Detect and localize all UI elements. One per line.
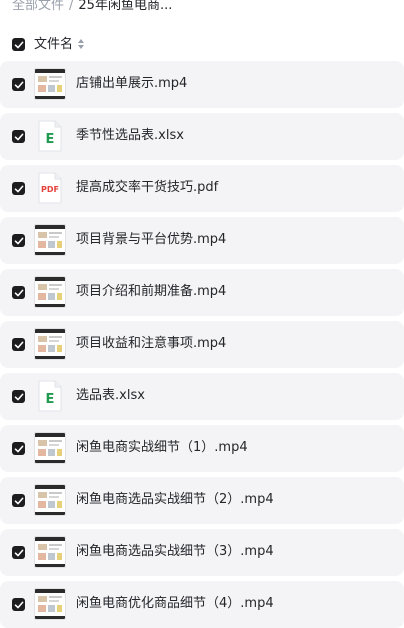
file-name[interactable]: 店铺出单展示.mp4 [76, 75, 187, 93]
file-name[interactable]: 选品表.xlsx [76, 387, 145, 405]
video-thumbnail [34, 276, 66, 308]
file-row[interactable]: 闲鱼电商实战细节（1）.mp4 [0, 425, 404, 472]
file-row[interactable]: 项目收益和注意事项.mp4 [0, 321, 404, 368]
excel-file-icon: E [34, 380, 66, 412]
video-thumbnail [34, 328, 66, 360]
file-row[interactable]: 店铺出单展示.mp4 [0, 61, 404, 108]
check-icon [14, 549, 23, 556]
breadcrumb-root-link[interactable]: 全部文件 [12, 0, 64, 13]
file-row[interactable]: PDF 提高成交率干货技巧.pdf [0, 165, 404, 212]
pdf-letters: PDF [41, 185, 59, 194]
check-icon [14, 133, 23, 140]
video-thumbnail [34, 536, 66, 568]
file-row[interactable]: E 选品表.xlsx [0, 373, 404, 420]
video-thumbnail [34, 68, 66, 100]
video-frame-icon [38, 440, 62, 456]
file-row[interactable]: E 季节性选品表.xlsx [0, 113, 404, 160]
file-checkbox[interactable] [12, 286, 25, 299]
video-frame-icon [38, 232, 62, 248]
file-name[interactable]: 闲鱼电商优化商品细节（4）.mp4 [76, 595, 274, 613]
file-checkbox[interactable] [12, 130, 25, 143]
video-thumbnail [34, 432, 66, 464]
file-checkbox[interactable] [12, 390, 25, 403]
video-frame-icon [38, 492, 62, 508]
check-icon [14, 601, 23, 608]
check-icon [14, 237, 23, 244]
check-icon [14, 41, 23, 48]
file-name[interactable]: 闲鱼电商选品实战细节（3）.mp4 [76, 543, 274, 561]
file-row[interactable]: 闲鱼电商选品实战细节（3）.mp4 [0, 529, 404, 576]
file-name[interactable]: 项目背景与平台优势.mp4 [76, 231, 226, 249]
check-icon [14, 497, 23, 504]
pdf-file-icon: PDF [34, 172, 66, 204]
file-name[interactable]: 季节性选品表.xlsx [76, 127, 184, 145]
excel-letter: E [46, 132, 55, 147]
video-frame-icon [38, 76, 62, 92]
breadcrumb: 全部文件 / 25年闲鱼电商... [12, 0, 172, 15]
excel-letter: E [46, 392, 55, 407]
file-list-header: 文件名 [0, 34, 404, 56]
video-frame-icon [38, 336, 62, 352]
file-checkbox[interactable] [12, 598, 25, 611]
file-row[interactable]: 项目背景与平台优势.mp4 [0, 217, 404, 264]
check-icon [14, 289, 23, 296]
file-checkbox[interactable] [12, 494, 25, 507]
video-thumbnail [34, 224, 66, 256]
excel-icon: E [38, 120, 62, 152]
file-checkbox[interactable] [12, 234, 25, 247]
file-checkbox[interactable] [12, 182, 25, 195]
column-header-filename[interactable]: 文件名 [34, 36, 73, 54]
video-frame-icon [38, 596, 62, 612]
sort-icon[interactable] [77, 38, 85, 50]
excel-icon: E [38, 380, 62, 412]
video-thumbnail [34, 588, 66, 620]
file-checkbox[interactable] [12, 338, 25, 351]
file-row[interactable]: 闲鱼电商优化商品细节（4）.mp4 [0, 581, 404, 628]
file-name[interactable]: 闲鱼电商实战细节（1）.mp4 [76, 439, 248, 457]
check-icon [14, 445, 23, 452]
breadcrumb-current: 25年闲鱼电商... [78, 0, 173, 13]
excel-file-icon: E [34, 120, 66, 152]
video-frame-icon [38, 544, 62, 560]
file-name[interactable]: 闲鱼电商选品实战细节（2）.mp4 [76, 491, 274, 509]
file-name[interactable]: 项目收益和注意事项.mp4 [76, 335, 226, 353]
check-icon [14, 341, 23, 348]
file-checkbox[interactable] [12, 442, 25, 455]
file-name[interactable]: 项目介绍和前期准备.mp4 [76, 283, 226, 301]
file-checkbox[interactable] [12, 546, 25, 559]
check-icon [14, 185, 23, 192]
file-row[interactable]: 项目介绍和前期准备.mp4 [0, 269, 404, 316]
video-frame-icon [38, 284, 62, 300]
check-icon [14, 393, 23, 400]
pdf-icon: PDF [38, 172, 62, 204]
file-row[interactable]: 闲鱼电商选品实战细节（2）.mp4 [0, 477, 404, 524]
breadcrumb-separator: / [69, 0, 74, 13]
video-thumbnail [34, 484, 66, 516]
select-all-checkbox[interactable] [12, 38, 25, 51]
file-checkbox[interactable] [12, 78, 25, 91]
file-name[interactable]: 提高成交率干货技巧.pdf [76, 179, 218, 197]
check-icon [14, 81, 23, 88]
